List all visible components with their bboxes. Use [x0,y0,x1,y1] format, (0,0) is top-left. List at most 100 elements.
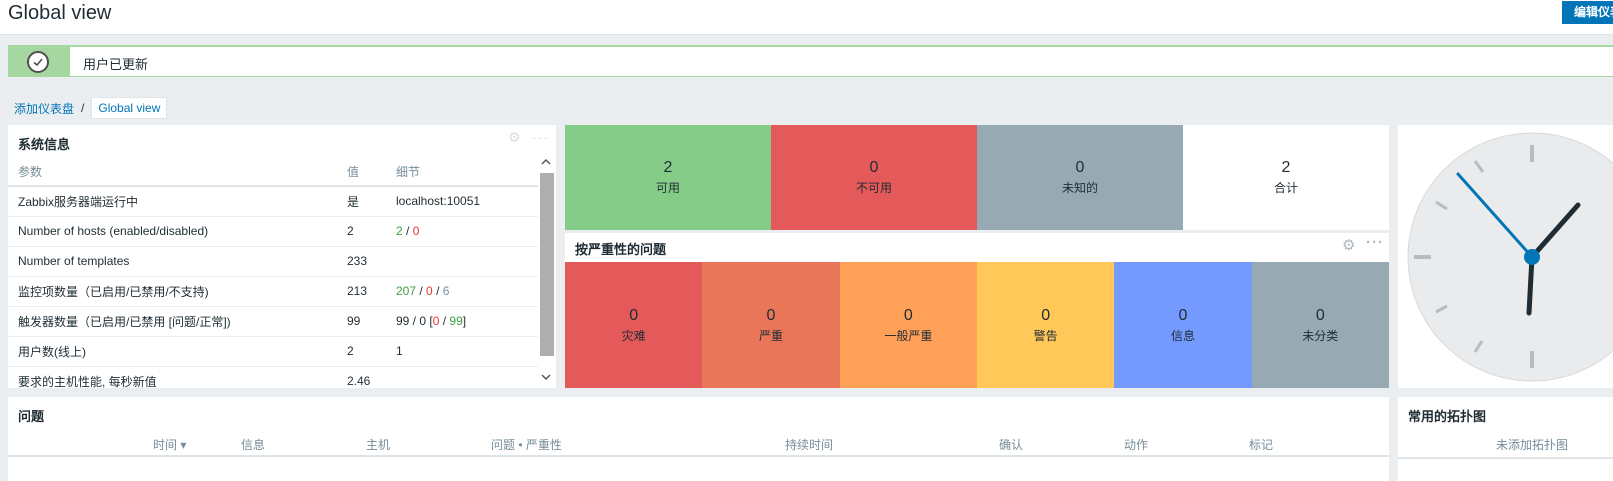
check-icon [27,51,49,73]
availability-cell[interactable]: 0 未知的 [977,125,1183,230]
scroll-down-icon[interactable] [538,372,554,386]
column-header: 标记 [1249,438,1274,452]
severity-label: 警告 [1033,328,1058,343]
value-cell: 是 [337,186,386,217]
column-header: 值 [337,157,386,187]
severity-count: 0 [903,306,913,324]
availability-count: 0 [1075,159,1085,176]
detail-cell: 2 / 0 [386,216,538,247]
availability-label: 不可用 [855,181,892,195]
availability-count: 2 [663,159,673,176]
favourite-maps-widget: 常用的拓扑图 未添加拓扑图 [1398,397,1613,481]
table-row: 监控项数量（已启用/已禁用/不支持) 213 207 / 0 / 6 [8,276,538,307]
value-cell: 99 [337,306,386,337]
detail-cell: 207 / 0 / 6 [386,276,538,307]
system-info-table: 参数 值 细节 Zabbix服务器端运行中 是 localhost:10051 … [8,157,538,388]
clock-face-icon [1407,132,1613,382]
severity-count: 0 [1041,306,1051,324]
severity-cell[interactable]: 0 未分类 [1251,262,1389,388]
table-row: 触发器数量（已启用/已禁用 [问题/正常]) 99 99 / 0 [0 / 99… [8,306,538,337]
param-cell: 监控项数量（已启用/已禁用/不支持) [8,276,337,307]
value-cell: 213 [337,276,386,307]
system-info-widget: 系统信息 ⚙ ··· 参数 值 细节 Zabbix服务器端运行中 是 local… [8,125,556,388]
severity-cell[interactable]: 0 信息 [1114,262,1252,388]
severity-label: 一般严重 [884,328,933,343]
table-row: 用户数(线上) 2 1 [8,336,538,367]
column-header-time[interactable]: 时间 ▾ [153,436,186,453]
scrollbar-thumb[interactable] [540,173,554,356]
problems-title: 问题 [18,409,45,424]
value-cell: 2 [337,216,386,247]
value-cell: 2 [337,336,386,367]
table-row: Number of templates 233 [8,246,538,277]
breadcrumb-current[interactable]: Global view [91,97,168,119]
problems-widget: 问题 时间 ▾ 信息 主机 问题 • 严重性 持续时间 确认 动作 标记 [8,397,1389,481]
table-header-row: 参数 值 细节 [8,157,538,187]
detail-cell: localhost:10051 [386,186,538,217]
param-cell: Number of templates [8,246,337,277]
severity-label: 灾难 [621,328,646,343]
table-row: Number of hosts (enabled/disabled) 2 2 /… [8,216,538,247]
page-title: Global view [8,2,112,24]
column-header: 参数 [8,157,337,187]
success-message: 用户已更新 [8,45,1613,77]
detail-cell [386,246,538,277]
severity-count: 0 [629,306,639,324]
value-cell: 233 [337,246,386,277]
severity-label: 未分类 [1302,328,1339,343]
breadcrumb-dashboards-link[interactable]: 添加仪表盘 [14,100,74,117]
param-cell: 触发器数量（已启用/已禁用 [问题/正常]) [8,306,337,337]
param-cell: 要求的主机性能, 每秒新值 [8,366,337,388]
breadcrumb: 添加仪表盘 / Global view [14,96,168,120]
column-header: 主机 [366,438,391,452]
table-row: 要求的主机性能, 每秒新值 2.46 [8,366,538,388]
more-icon[interactable]: ··· [532,129,549,145]
host-availability-widget: 2 可用 0 不可用 0 未知的 2 合计 [565,125,1389,230]
divider [1398,457,1613,459]
severity-label: 信息 [1170,328,1195,343]
message-icon-box [9,47,70,76]
availability-count: 0 [869,159,879,176]
column-header: 细节 [386,157,538,187]
page-header: Global view 编辑仪表盘 [0,0,1613,35]
problems-by-severity-title: 按严重性的问题 [575,242,667,257]
detail-cell: 99 / 0 [0 / 99] [386,306,538,337]
param-cell: Number of hosts (enabled/disabled) [8,216,337,247]
empty-text: 未添加拓扑图 [1496,438,1569,452]
availability-cell[interactable]: 0 不可用 [771,125,977,230]
clock-widget [1398,125,1613,388]
favourite-maps-title: 常用的拓扑图 [1408,409,1487,424]
more-icon[interactable]: ··· [1366,234,1384,251]
edit-dashboard-button[interactable]: 编辑仪表盘 [1562,1,1613,24]
value-cell: 2.46 [337,366,386,388]
availability-count: 2 [1281,159,1291,176]
availability-cell[interactable]: 2 可用 [565,125,771,230]
severity-cell[interactable]: 0 警告 [976,262,1115,388]
severity-cell[interactable]: 0 严重 [702,262,840,388]
severity-count: 0 [766,306,776,324]
severity-row: 0 灾难 0 严重 0 一般严重 0 警告 0 信息 0 未分类 [565,262,1389,388]
system-info-title: 系统信息 [18,137,71,152]
severity-cell[interactable]: 0 一般严重 [839,262,977,388]
availability-label: 可用 [655,181,680,195]
severity-label: 严重 [758,328,783,343]
param-cell: 用户数(线上) [8,336,337,367]
availability-label: 合计 [1273,181,1298,195]
message-text: 用户已更新 [83,57,149,72]
param-cell: Zabbix服务器端运行中 [8,186,337,217]
column-header: 持续时间 [785,438,834,452]
problems-by-severity-widget: 按严重性的问题 ⚙ ··· 0 灾难 0 严重 0 一般严重 0 警告 0 信息… [565,233,1389,388]
severity-cell[interactable]: 0 灾难 [565,262,703,388]
table-row: Zabbix服务器端运行中 是 localhost:10051 [8,186,538,217]
detail-cell [386,366,538,388]
scroll-up-icon[interactable] [538,157,554,171]
column-header: 确认 [999,438,1024,452]
scrollbar[interactable] [538,157,554,388]
availability-cell[interactable]: 2 合计 [1183,125,1389,230]
column-header: 动作 [1124,438,1149,452]
column-header: 信息 [241,438,266,452]
gear-icon[interactable]: ⚙ [1342,236,1355,254]
breadcrumb-separator: / [81,101,85,115]
gear-icon[interactable]: ⚙ [508,129,522,146]
severity-count: 0 [1178,306,1188,324]
